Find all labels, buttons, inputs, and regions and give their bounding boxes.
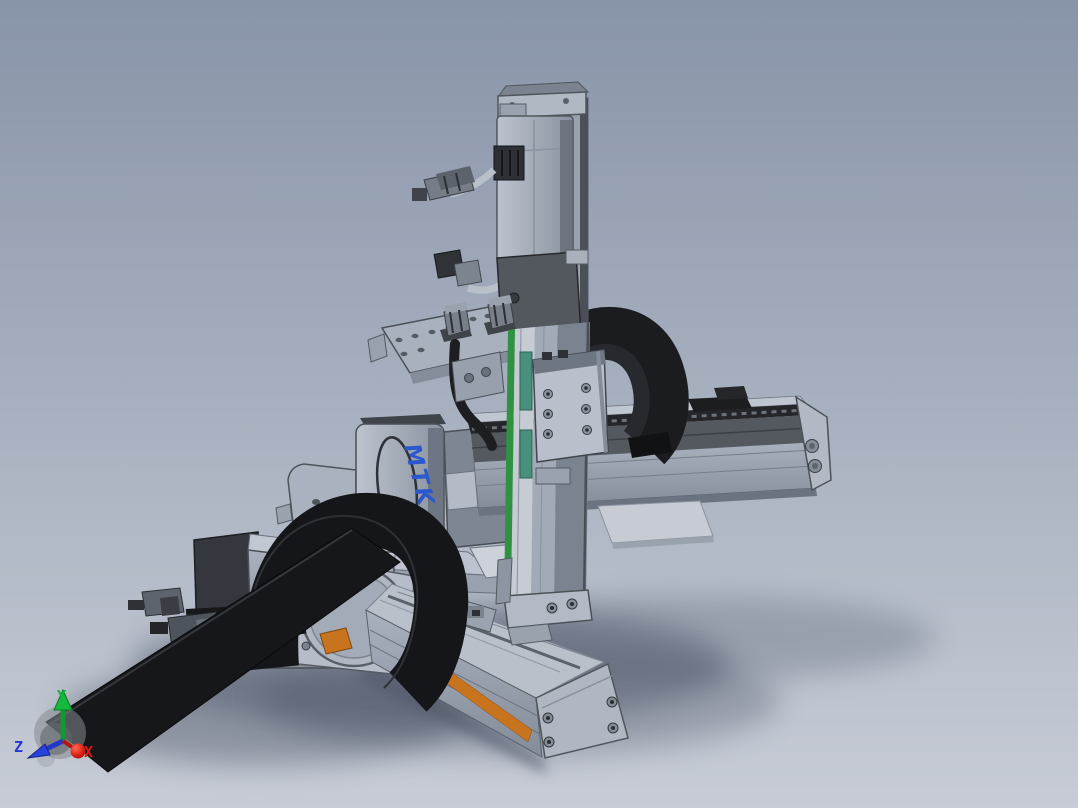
model-scene[interactable]: MTK Y Z X <box>0 0 1078 808</box>
cad-viewport[interactable]: MTK Y Z X <box>0 0 1078 808</box>
triad-y-label: Y <box>57 687 66 705</box>
triad-x-label: X <box>84 743 93 761</box>
triad-z-label: Z <box>14 738 23 756</box>
pcb-teal-block-1 <box>519 351 533 411</box>
pcb-teal-block-2 <box>519 429 533 479</box>
side-shelf <box>597 500 714 544</box>
